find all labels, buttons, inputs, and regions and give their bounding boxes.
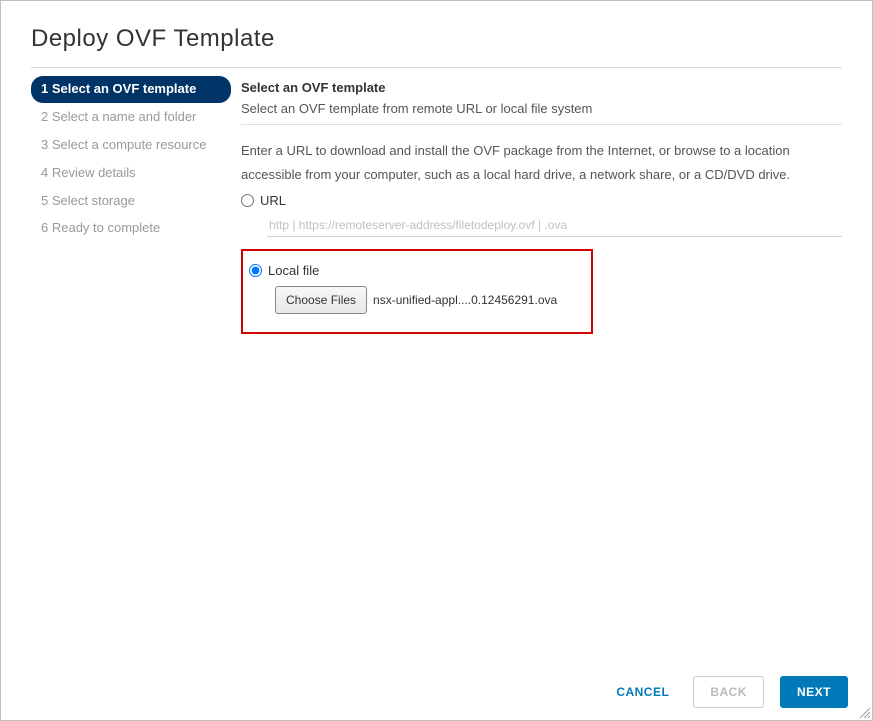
selected-file-name: nsx-unified-appl....0.12456291.ova <box>373 293 557 307</box>
section-subheading: Select an OVF template from remote URL o… <box>241 101 842 116</box>
help-text: Enter a URL to download and install the … <box>241 139 842 187</box>
choose-files-button[interactable]: Choose Files <box>275 286 367 314</box>
local-file-radio[interactable] <box>249 264 262 277</box>
wizard-step-2[interactable]: 2 Select a name and folder <box>31 104 231 131</box>
wizard-step-6[interactable]: 6 Ready to complete <box>31 215 231 242</box>
wizard-steps: 1 Select an OVF template 2 Select a name… <box>31 76 231 334</box>
wizard-step-5[interactable]: 5 Select storage <box>31 188 231 215</box>
dialog-title: Deploy OVF Template <box>31 25 842 53</box>
section-heading: Select an OVF template <box>241 80 842 95</box>
wizard-content: Select an OVF template Select an OVF tem… <box>231 76 842 334</box>
url-radio-label: URL <box>260 193 286 208</box>
url-option-row[interactable]: URL <box>241 193 842 208</box>
divider <box>241 124 842 125</box>
local-file-radio-label: Local file <box>268 263 319 278</box>
url-input[interactable] <box>267 214 842 237</box>
divider <box>31 67 842 68</box>
wizard-step-3[interactable]: 3 Select a compute resource <box>31 132 231 159</box>
resize-handle-icon[interactable] <box>858 706 870 718</box>
wizard-step-4[interactable]: 4 Review details <box>31 160 231 187</box>
next-button[interactable]: NEXT <box>780 676 848 708</box>
local-file-highlight: Local file Choose Files nsx-unified-appl… <box>241 249 593 334</box>
dialog-footer: CANCEL BACK NEXT <box>1 664 872 720</box>
wizard-step-1[interactable]: 1 Select an OVF template <box>31 76 231 103</box>
url-radio[interactable] <box>241 194 254 207</box>
cancel-button[interactable]: CANCEL <box>608 677 677 707</box>
back-button[interactable]: BACK <box>693 676 764 708</box>
deploy-ovf-dialog: Deploy OVF Template 1 Select an OVF temp… <box>0 0 873 721</box>
local-file-option-row[interactable]: Local file <box>249 263 591 278</box>
